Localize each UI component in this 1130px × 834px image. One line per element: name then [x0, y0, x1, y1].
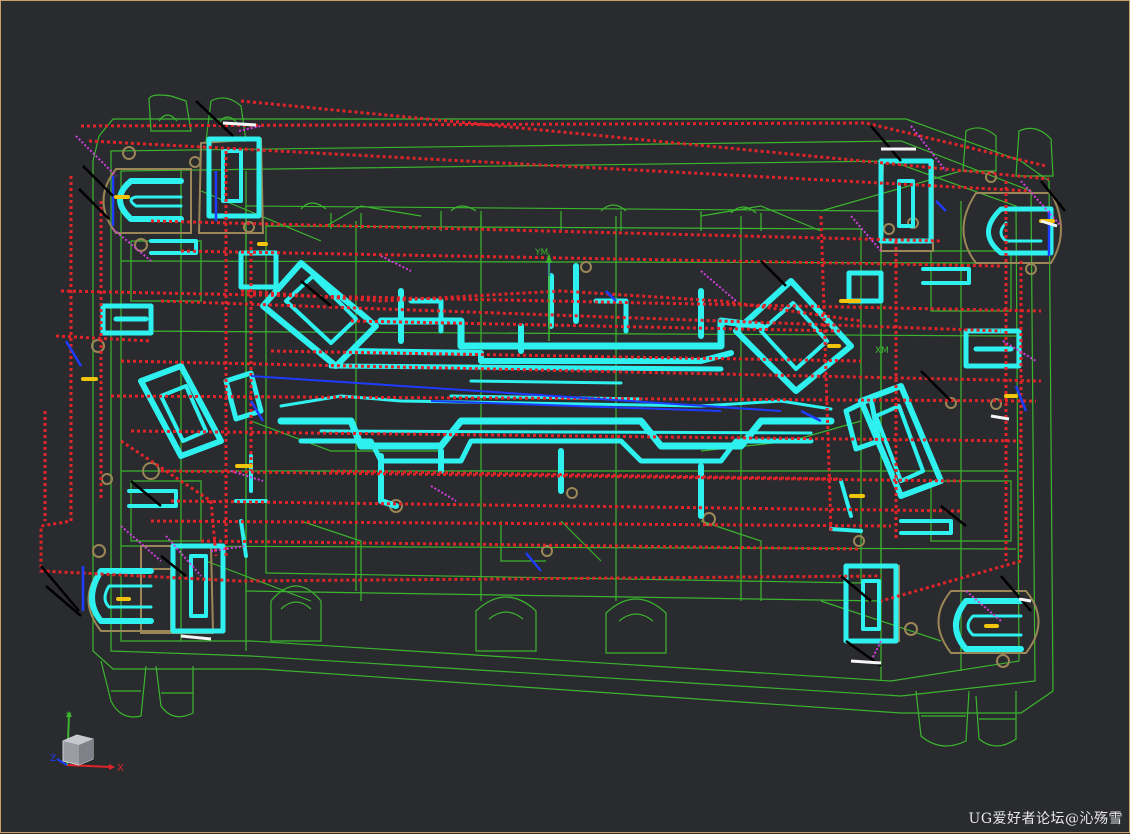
view-cube-icon[interactable]: X Y Z: [47, 707, 127, 777]
cooling-routing-lines: [39, 99, 1050, 603]
y-axis-label: Y: [65, 712, 72, 722]
forum-watermark: UG爱好者论坛@沁殇雪: [968, 811, 1123, 827]
x-axis-label: X: [117, 763, 124, 774]
cooling-plugs-white: [180, 121, 1058, 665]
ym-label: YM: [534, 248, 548, 258]
graphics-viewport[interactable]: YM XM X Y Z UG爱好者论坛@沁殇雪: [0, 0, 1130, 833]
z-axis-label: Z: [50, 754, 56, 764]
mold-cooling-model[interactable]: YM XM: [1, 1, 1130, 834]
view-triad[interactable]: X Y Z: [47, 707, 127, 777]
xm-label: XM: [875, 346, 889, 356]
